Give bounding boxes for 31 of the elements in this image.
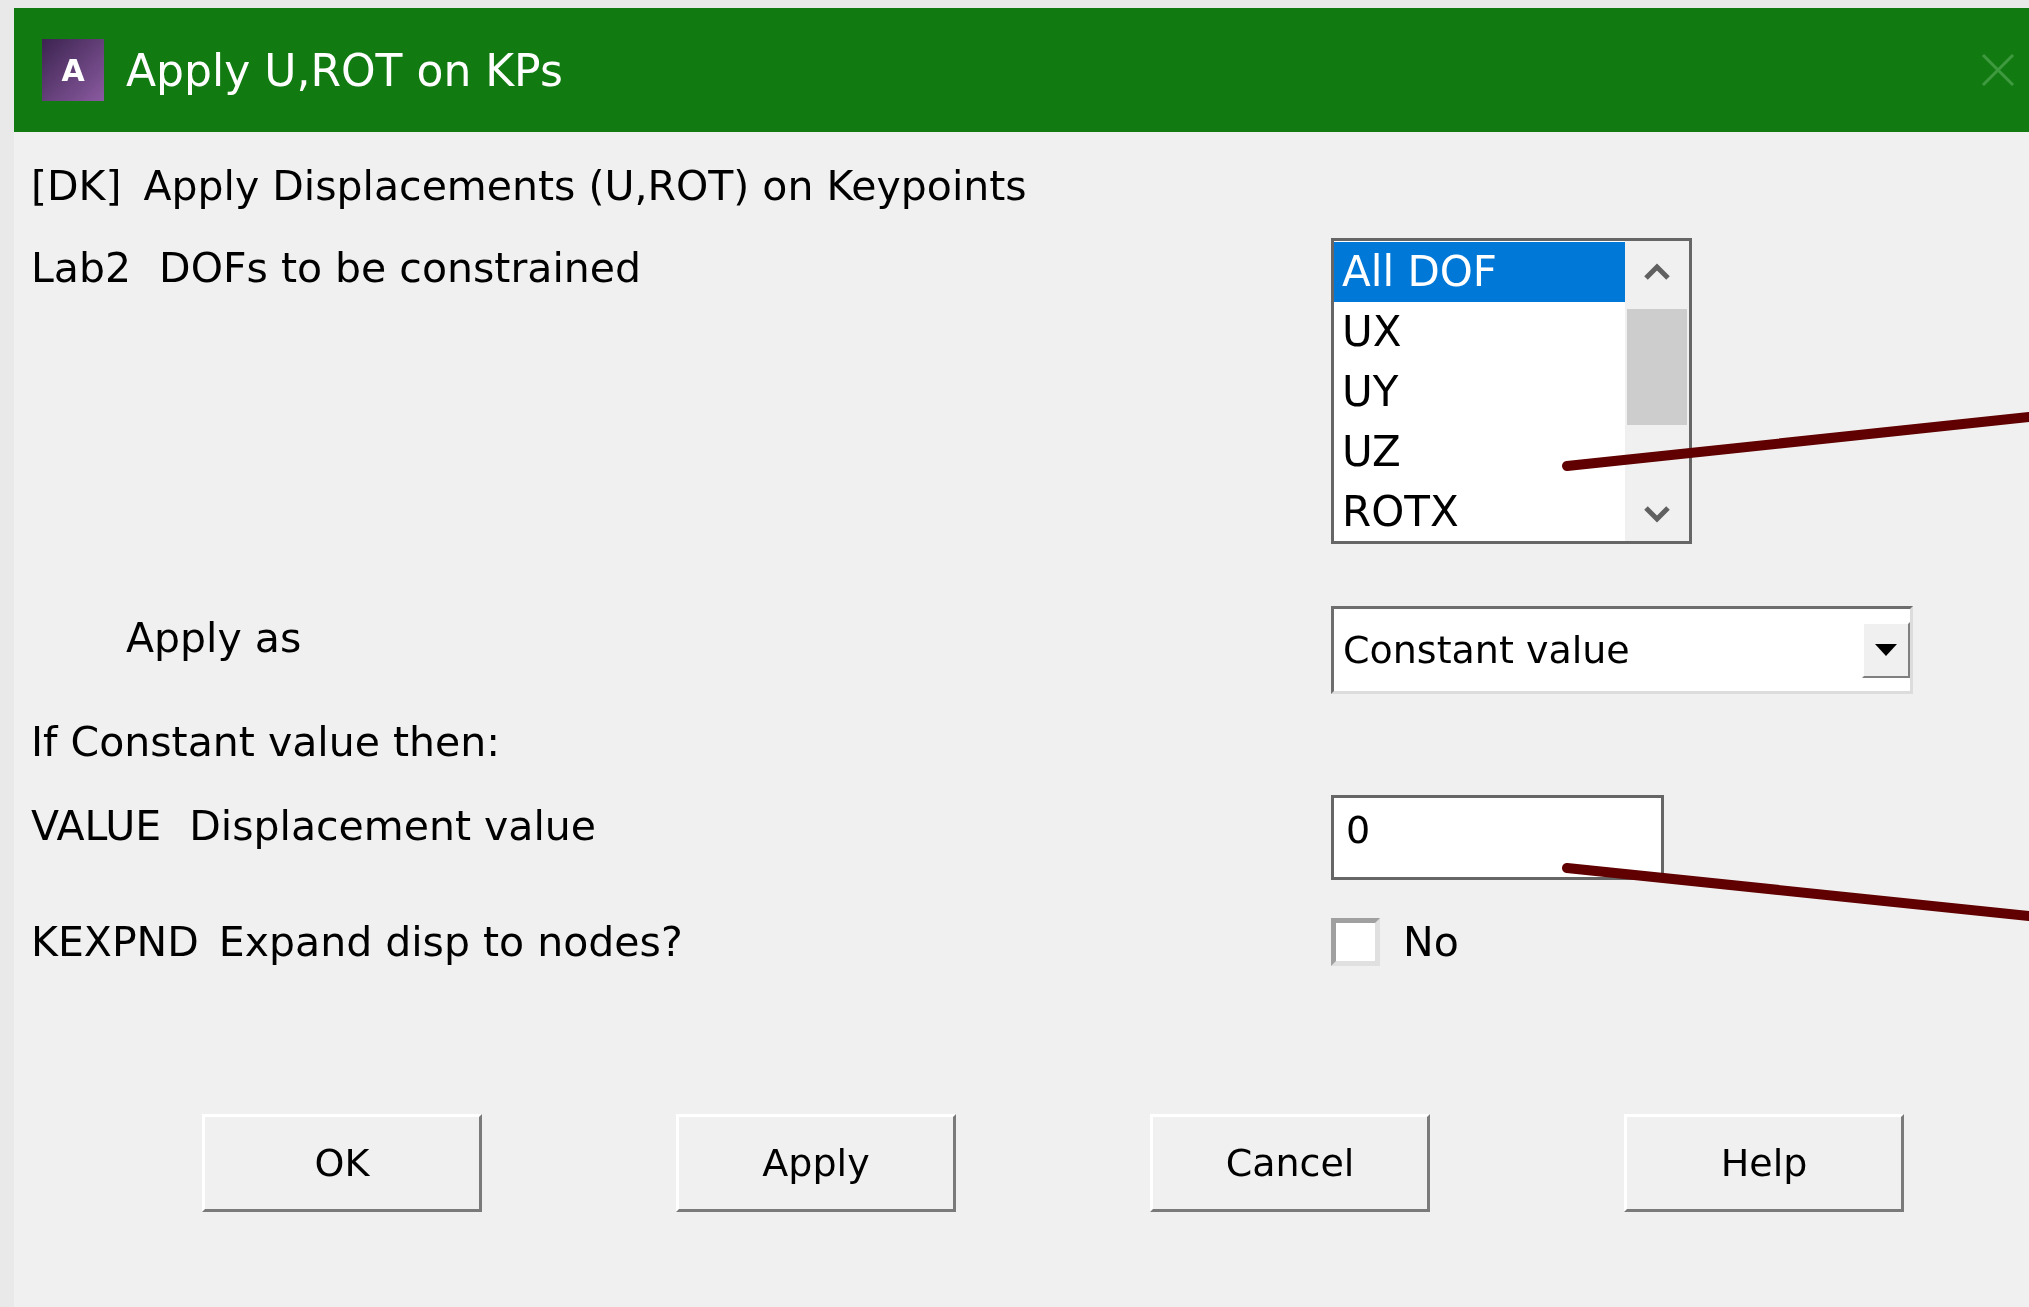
scroll-thumb[interactable] [1627, 309, 1687, 425]
list-item[interactable]: ROTX [1334, 482, 1625, 542]
field-key: KEXPND [31, 918, 199, 966]
list-item[interactable]: UX [1334, 302, 1625, 362]
list-item[interactable]: UZ [1334, 422, 1625, 482]
field-label: Expand disp to nodes? [218, 918, 683, 966]
field-label: Apply as [126, 614, 302, 664]
checkbox-label: No [1403, 918, 1459, 966]
app-logo-icon: A [42, 39, 104, 101]
field-key: Lab2 [31, 244, 132, 544]
list-item[interactable]: UY [1334, 362, 1625, 422]
dialog-button[interactable]: Cancel [1150, 1114, 1430, 1212]
dialog-button[interactable]: Help [1624, 1114, 1904, 1212]
dialog-heading: Apply Displacements (U,ROT) on Keypoints [143, 162, 1027, 210]
field-label: DOFs to be constrained [159, 244, 642, 294]
apply-as-dropdown[interactable]: Constant value [1331, 606, 1913, 694]
dropdown-arrow-icon [1875, 644, 1897, 656]
field-label: Displacement value [189, 802, 597, 852]
scroll-down-icon[interactable] [1643, 505, 1671, 523]
close-icon[interactable] [1981, 53, 2015, 87]
checkbox[interactable] [1331, 918, 1380, 966]
dof-listbox[interactable]: All DOF UX UY UZ ROTX [1331, 238, 1692, 544]
window-title: Apply U,ROT on KPs [126, 44, 564, 96]
field-key: VALUE [31, 802, 162, 880]
section-note: If Constant value then: [31, 718, 501, 766]
dialog-button[interactable]: OK [202, 1114, 482, 1212]
command-code: [DK] [31, 162, 122, 210]
scroll-up-icon[interactable] [1643, 263, 1671, 281]
dialog-button[interactable]: Apply [676, 1114, 956, 1212]
value-input-field[interactable]: 0 [1331, 795, 1664, 880]
list-item[interactable]: All DOF [1334, 242, 1625, 302]
